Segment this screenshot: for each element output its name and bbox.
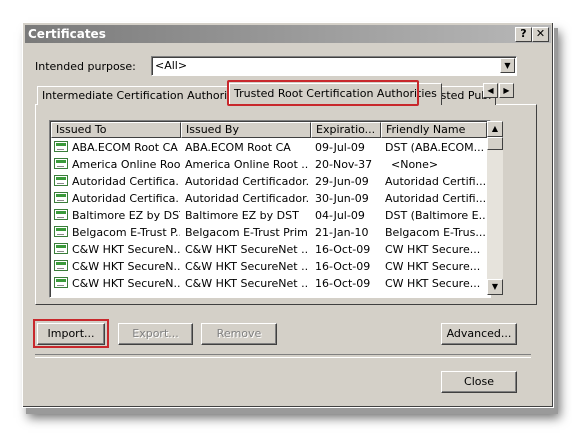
chevron-down-icon[interactable]: ▼ <box>500 58 515 73</box>
export-button[interactable]: Export... <box>118 323 193 345</box>
tab-scroll-left-icon[interactable]: ◀ <box>483 83 498 98</box>
certificate-list[interactable]: Issued To Issued By Expiratio... Friendl… <box>49 120 491 298</box>
title-bar: Certificates ? ✕ <box>25 25 551 43</box>
cell-friendly-name: <None> <box>391 158 439 171</box>
cell-expiration: 16-Oct-09 <box>315 243 371 256</box>
cell-issued-to: C&W HKT SecureN... <box>72 277 180 290</box>
scroll-thumb[interactable] <box>487 137 503 150</box>
certificate-icon <box>54 226 68 237</box>
scroll-down-icon[interactable]: ▼ <box>487 279 503 295</box>
cell-issued-by: C&W HKT SecureNet ... <box>185 277 309 290</box>
column-header-friendly-name[interactable]: Friendly Name <box>381 122 487 138</box>
certificate-icon <box>54 141 68 152</box>
column-header-expiration[interactable]: Expiratio... <box>311 122 381 138</box>
tab-label: Intermediate Certification Authorities <box>42 89 248 102</box>
cell-issued-by: Autoridad Certificador... <box>185 175 309 188</box>
cell-friendly-name: Belgacom E-Trus... <box>385 226 485 239</box>
table-row[interactable]: Autoridad Certifica... Autoridad Certifi… <box>52 173 486 190</box>
cell-expiration: 21-Jan-10 <box>315 226 369 239</box>
cell-friendly-name: CW HKT Secure... <box>385 243 481 256</box>
table-row[interactable]: ABA.ECOM Root CA ABA.ECOM Root CA 09-Jul… <box>52 139 486 156</box>
column-header-issued-to[interactable]: Issued To <box>51 122 181 138</box>
cell-issued-to: America Online Roo... <box>72 158 180 171</box>
cell-friendly-name: CW HKT Secure... <box>385 277 481 290</box>
cell-expiration: 16-Oct-09 <box>315 260 371 273</box>
cell-expiration: 29-Jun-09 <box>315 175 369 188</box>
cell-issued-by: C&W HKT SecureNet ... <box>185 260 309 273</box>
cell-friendly-name: DST (Baltimore E... <box>385 209 485 222</box>
table-row[interactable]: Belgacom E-Trust P... Belgacom E-Trust P… <box>52 224 486 241</box>
cell-issued-to: Baltimore EZ by DST <box>72 209 180 222</box>
cell-issued-by: ABA.ECOM Root CA <box>185 141 291 154</box>
table-row[interactable]: C&W HKT SecureN... C&W HKT SecureNet ...… <box>52 258 486 275</box>
certificate-icon <box>54 175 68 186</box>
import-highlight-annotation <box>33 319 109 348</box>
help-button[interactable]: ? <box>515 27 532 42</box>
close-button[interactable]: Close <box>441 371 517 393</box>
cell-issued-to: Autoridad Certifica... <box>72 175 180 188</box>
cell-issued-by: Baltimore EZ by DST <box>185 209 299 222</box>
remove-button[interactable]: Remove <box>201 323 277 345</box>
column-header-issued-by[interactable]: Issued By <box>181 122 311 138</box>
certificate-icon <box>54 243 68 254</box>
tab-highlight-annotation <box>227 80 419 106</box>
cell-expiration: 20-Nov-37 <box>315 158 373 171</box>
dialog-title: Certificates <box>28 27 106 41</box>
certificate-icon <box>54 192 68 203</box>
cell-issued-to: C&W HKT SecureN... <box>72 243 180 256</box>
scroll-up-icon[interactable]: ▲ <box>487 121 503 137</box>
cell-friendly-name: Autoridad Certifi... <box>385 192 485 205</box>
cell-friendly-name: CW HKT Secure... <box>385 260 481 273</box>
cell-issued-to: Belgacom E-Trust P... <box>72 226 180 239</box>
cell-friendly-name: Autoridad Certifi... <box>385 175 485 188</box>
cell-issued-by: Autoridad Certificador... <box>185 192 309 205</box>
certificates-dialog: Certificates ? ✕ Intended purpose: <All>… <box>22 22 554 408</box>
cell-expiration: 09-Jul-09 <box>315 141 365 154</box>
cell-issued-to: C&W HKT SecureN... <box>72 260 180 273</box>
vertical-scrollbar[interactable]: ▲ ▼ <box>487 121 503 295</box>
advanced-button[interactable]: Advanced... <box>441 323 517 345</box>
divider <box>35 354 531 358</box>
tab-scroll-right-icon[interactable]: ▶ <box>499 83 514 98</box>
certificate-icon <box>54 260 68 271</box>
cell-issued-by: Belgacom E-Trust Prim... <box>185 226 309 239</box>
table-row[interactable]: Autoridad Certifica... Autoridad Certifi… <box>52 190 486 207</box>
close-window-button[interactable]: ✕ <box>532 27 549 42</box>
certificate-icon <box>54 158 68 169</box>
cell-expiration: 04-Jul-09 <box>315 209 365 222</box>
cell-expiration: 16-Oct-09 <box>315 277 371 290</box>
cell-issued-by: America Online Root ... <box>185 158 309 171</box>
cell-expiration: 30-Jun-09 <box>315 192 369 205</box>
intended-purpose-value: <All> <box>155 59 188 72</box>
certificate-icon <box>54 277 68 288</box>
intended-purpose-dropdown[interactable]: <All> ▼ <box>151 56 517 76</box>
table-row[interactable]: America Online Roo... America Online Roo… <box>52 156 486 173</box>
cell-issued-to: ABA.ECOM Root CA <box>72 141 178 154</box>
table-row[interactable]: C&W HKT SecureN... C&W HKT SecureNet ...… <box>52 241 486 258</box>
cell-friendly-name: DST (ABA.ECOM... <box>385 141 485 154</box>
cell-issued-to: Autoridad Certifica... <box>72 192 180 205</box>
cell-issued-by: C&W HKT SecureNet ... <box>185 243 309 256</box>
certificate-icon <box>54 209 68 220</box>
table-row[interactable]: C&W HKT SecureN... C&W HKT SecureNet ...… <box>52 275 486 292</box>
tab-intermediate-ca[interactable]: Intermediate Certification Authorities <box>37 86 253 105</box>
table-row[interactable]: Baltimore EZ by DST Baltimore EZ by DST … <box>52 207 486 224</box>
intended-purpose-label: Intended purpose: <box>35 60 136 73</box>
